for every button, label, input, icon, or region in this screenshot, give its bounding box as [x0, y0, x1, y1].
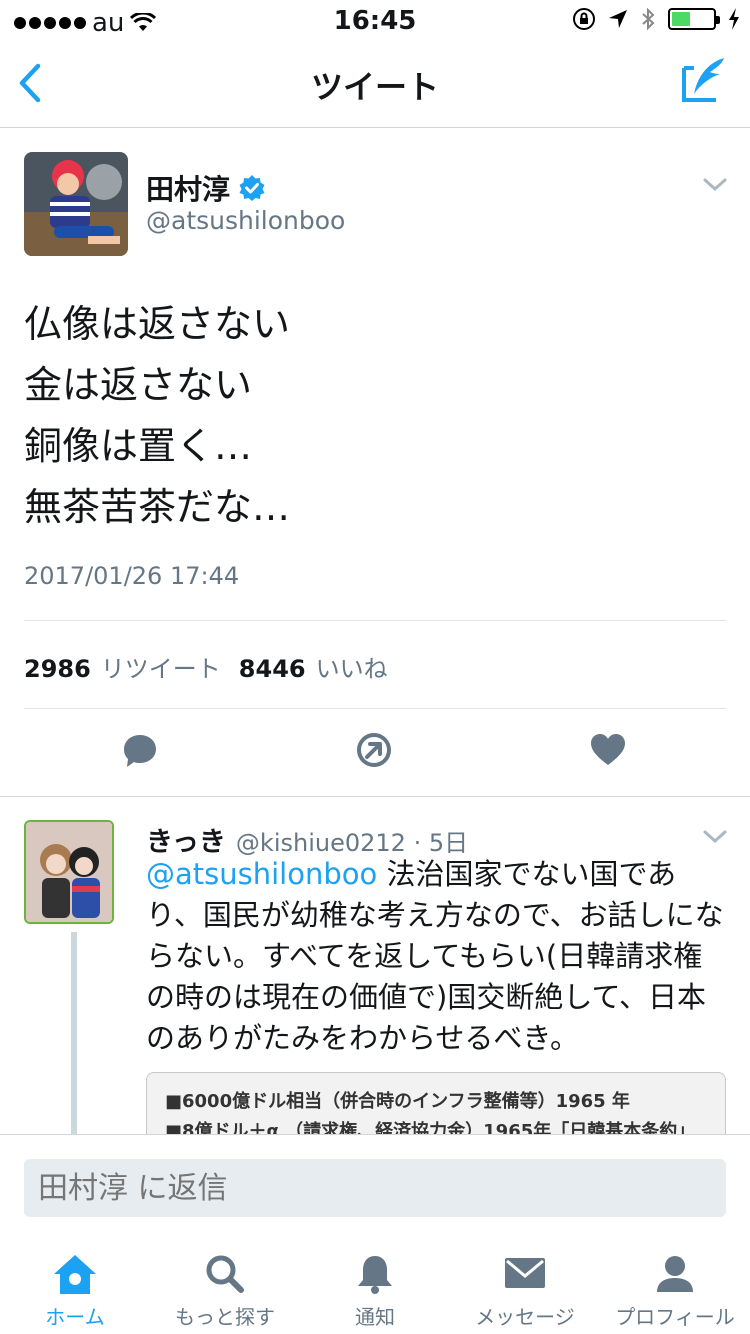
verified-badge-icon	[239, 175, 265, 201]
reply-icon[interactable]	[120, 730, 160, 770]
envelope-icon	[505, 1258, 545, 1288]
tweet-text-line: 金は返さない	[24, 363, 253, 407]
tab-bar: ホーム もっと探す 通知 メッセージ プロフィール	[0, 1234, 750, 1334]
tweet-text: 仏像は返さない 金は返さない 銅像は置く… 無茶苦茶だな…	[24, 294, 724, 538]
like-count[interactable]: 8446	[239, 655, 306, 683]
reply-text: @atsushilonboo 法治国家でない国であり、国民が幼稚な考え方なので、…	[146, 854, 726, 1059]
search-icon	[206, 1255, 244, 1293]
page-title: ツイート	[310, 68, 439, 106]
battery-icon	[668, 8, 720, 30]
navigation-bar: ツイート	[0, 40, 750, 128]
retweet-label[interactable]: リツイート	[101, 649, 221, 684]
heart-icon[interactable]	[588, 730, 628, 770]
chevron-down-icon[interactable]	[702, 828, 728, 846]
author-handle[interactable]: @atsushilonboo	[146, 206, 345, 235]
compose-tweet-icon[interactable]	[680, 54, 730, 106]
tweet-actions	[0, 708, 750, 794]
thread-line	[71, 932, 77, 1134]
reply-tweet[interactable]: きっき @kishiue0212 · 5日 @atsushilonboo 法治国…	[0, 796, 750, 1134]
chevron-down-icon[interactable]	[702, 176, 728, 194]
bluetooth-icon	[642, 7, 655, 31]
tab-notifications[interactable]: 通知	[300, 1234, 450, 1334]
reply-media-image[interactable]: ■6000億ドル相当（併合時のインフラ整備等）1965 年 ■8億ドル＋α （請…	[146, 1072, 726, 1134]
reply-author-handle[interactable]: @kishiue0212 · 5日	[236, 823, 468, 858]
rotation-lock-icon	[573, 8, 595, 30]
like-label[interactable]: いいね	[316, 649, 388, 684]
tweet-stats: 2986 リツイート 8446 いいね	[24, 649, 406, 684]
tab-explore[interactable]: もっと探す	[150, 1234, 300, 1334]
reply-input[interactable]	[24, 1159, 726, 1217]
tab-home[interactable]: ホーム	[0, 1234, 150, 1334]
tweet-timestamp: 2017/01/26 17:44	[24, 562, 240, 590]
tweet-text-line: 銅像は置く…	[24, 424, 253, 468]
author-name[interactable]: 田村淳	[146, 168, 266, 208]
reply-composer	[0, 1134, 750, 1234]
media-text-line: ■8億ドル＋α （請求権、経済協力金）1965年「日韓基本条約」	[165, 1121, 696, 1134]
bell-icon	[358, 1256, 392, 1294]
retweet-count[interactable]: 2986	[24, 655, 91, 683]
divider	[24, 620, 726, 621]
retweet-icon[interactable]	[354, 730, 394, 770]
tab-profile[interactable]: プロフィール	[600, 1234, 750, 1334]
location-icon	[609, 10, 627, 28]
tab-messages[interactable]: メッセージ	[450, 1234, 600, 1334]
charging-icon	[729, 8, 739, 30]
tweet-text-line: 無茶苦茶だな…	[24, 485, 291, 529]
home-icon	[54, 1255, 96, 1294]
tweet-text-line: 仏像は返さない	[24, 302, 291, 346]
profile-icon	[657, 1256, 693, 1292]
mention-link[interactable]: @atsushilonboo	[146, 857, 377, 891]
status-bar: au 16:45	[0, 0, 750, 40]
avatar[interactable]	[24, 820, 114, 924]
avatar[interactable]	[24, 152, 128, 256]
reply-time: 5日	[428, 829, 469, 857]
media-text-line: ■6000億ドル相当（併合時のインフラ整備等）1965 年	[165, 1091, 630, 1112]
